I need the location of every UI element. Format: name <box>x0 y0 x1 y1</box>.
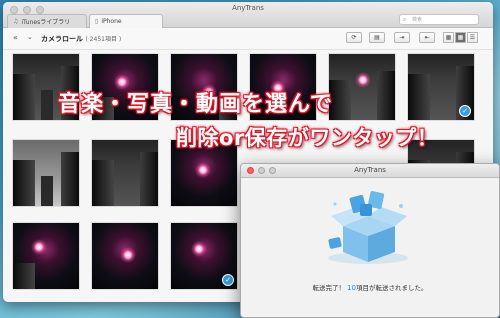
dialog-title-bar: AnyTrans <box>241 164 499 178</box>
transfer-message: 転送完了！ 10項目が転送されました。 <box>241 282 499 292</box>
transfer-dialog: AnyTrans 転送完了！ 10項目が転送されました。 <box>240 163 500 318</box>
trash-icon: ▤ <box>374 34 380 41</box>
tab-itunes-library[interactable]: ♫ iTunesライブラリ <box>7 14 87 28</box>
window-title: AnyTrans <box>232 4 264 12</box>
promo-headline-2: 削除or保存がワンタップ！ <box>176 126 439 150</box>
photo-thumbnail[interactable] <box>91 139 159 207</box>
refresh-icon: ⟳ <box>351 34 357 41</box>
photo-thumbnail[interactable]: ✓ <box>170 222 238 290</box>
list-icon: ☰ <box>469 34 476 41</box>
album-name: カメラロール <box>41 35 83 43</box>
album-title: カメラロール ( 2451項目 ) <box>41 34 121 44</box>
dialog-title: AnyTrans <box>354 166 386 174</box>
chevron-down-icon[interactable]: ⌄ <box>27 33 33 41</box>
message-suffix: 項目が転送されました。 <box>356 284 428 292</box>
delete-button[interactable]: ▤ <box>369 32 385 43</box>
tab-label: iTunesライブラリ <box>21 19 71 26</box>
export-icon: ⇤ <box>424 34 430 41</box>
open-box-illustration-icon <box>328 191 408 264</box>
checkmark-icon: ✓ <box>222 274 234 286</box>
tab-label: iPhone <box>101 18 122 25</box>
view-large-button[interactable]: ▦ <box>443 32 454 43</box>
grid-small-icon: ▦ <box>457 34 464 41</box>
message-prefix: 転送完了！ <box>312 284 346 292</box>
iphone-icon: ▯ <box>95 18 99 25</box>
search-icon: ⌕ <box>403 16 407 23</box>
promo-headline-1: 音楽・写真・動画を選んで <box>58 92 333 117</box>
photo-thumbnail[interactable] <box>328 53 396 121</box>
export-button[interactable]: ⇤ <box>419 32 435 43</box>
view-small-button[interactable]: ▦ <box>455 32 466 43</box>
grid-large-icon: ▦ <box>445 34 452 41</box>
search-input[interactable]: ⌕ 検索 <box>399 14 479 25</box>
checkmark-icon: ✓ <box>459 105 471 117</box>
photo-thumbnail[interactable] <box>12 222 80 290</box>
tab-iphone[interactable]: ▯ iPhone <box>89 14 163 28</box>
photo-thumbnail[interactable] <box>12 139 80 207</box>
refresh-button[interactable]: ⟳ <box>346 32 362 43</box>
search-placeholder: 検索 <box>412 17 423 23</box>
music-note-icon: ♫ <box>13 18 19 25</box>
title-bar: AnyTrans ♫ iTunesライブラリ ▯ iPhone ⌕ 検索 <box>3 2 493 28</box>
import-button[interactable]: ⇥ <box>394 32 410 43</box>
transferred-count: 10 <box>347 284 356 292</box>
view-list-button[interactable]: ☰ <box>467 32 478 43</box>
photo-thumbnail[interactable]: ✓ <box>407 53 475 121</box>
album-count: ( 2451項目 ) <box>85 36 122 43</box>
import-icon: ⇥ <box>399 34 405 41</box>
back-icon[interactable]: « <box>13 33 18 42</box>
photo-thumbnail[interactable] <box>91 222 159 290</box>
toolbar: « ⌄ カメラロール ( 2451項目 ) ⟳ ▤ ⇥ ⇤ ▦ ▦ ☰ <box>3 28 493 50</box>
